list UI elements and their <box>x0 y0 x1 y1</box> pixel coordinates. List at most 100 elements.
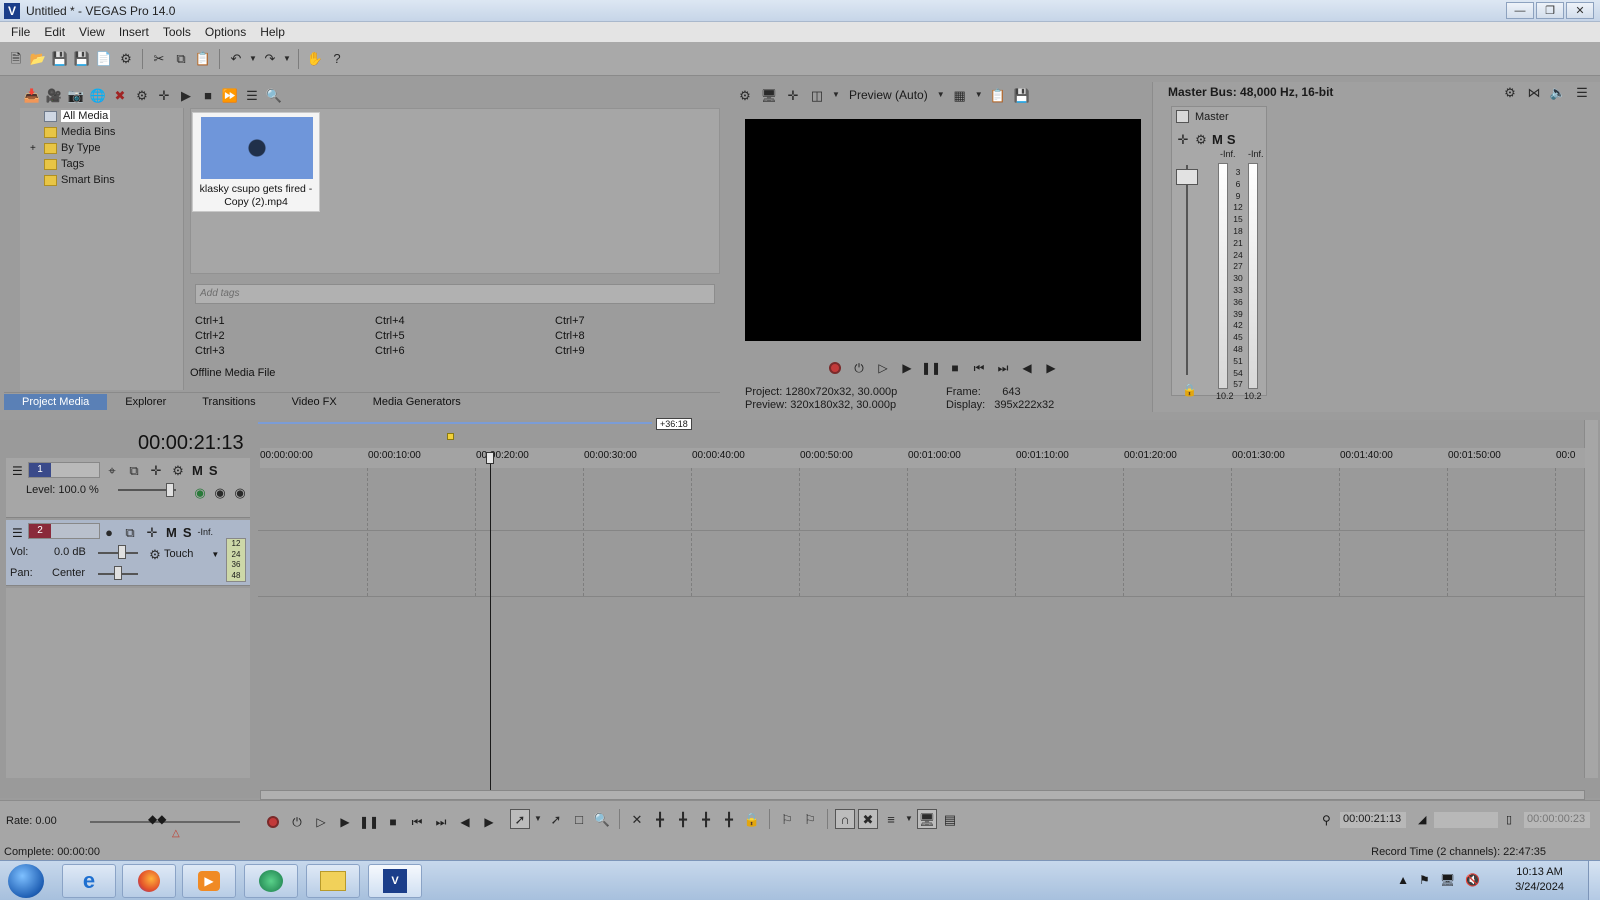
track-name-field[interactable]: 2 <box>28 523 100 539</box>
stop-icon[interactable]: ■ <box>384 813 402 831</box>
tags-input[interactable]: Add tags <box>195 284 715 304</box>
selection-start-field[interactable] <box>1434 812 1498 828</box>
track1-solo-button[interactable]: S <box>209 463 218 478</box>
show-hidden-icons-icon[interactable]: ▲ <box>1397 873 1409 887</box>
undo-dropdown-icon[interactable]: ▼ <box>248 49 258 69</box>
media-player-icon[interactable]: ▶ <box>182 864 236 898</box>
overlays-dropdown-icon[interactable]: ▼ <box>974 85 984 105</box>
properties-gear-icon[interactable]: ⚙ <box>116 49 136 69</box>
track-name-field[interactable]: 1 <box>28 462 100 478</box>
system-clock[interactable]: 10:13 AM 3/24/2024 <box>1515 865 1564 895</box>
tree-item-by-type[interactable]: + By Type <box>30 142 101 154</box>
quality-dropdown-icon[interactable]: ▼ <box>936 85 946 105</box>
track1-mute-button[interactable]: M <box>192 463 203 478</box>
hotkey-slot[interactable]: Ctrl+8 <box>555 330 585 342</box>
copy-snapshot-icon[interactable]: 📋 <box>988 85 1008 105</box>
menu-view[interactable]: View <box>72 25 112 39</box>
record-icon[interactable] <box>826 359 844 377</box>
rate-slider-handle-icon[interactable]: ◆◆ <box>148 812 166 826</box>
menu-file[interactable]: File <box>4 25 37 39</box>
ripple-dropdown-icon[interactable]: ▼ <box>904 809 914 829</box>
delete-icon[interactable]: ✕ <box>627 809 647 829</box>
trim-end-icon[interactable]: ╋ <box>696 809 716 829</box>
video-fx-icon[interactable]: ✛ <box>783 85 803 105</box>
go-to-end-icon[interactable]: ⏭ <box>432 813 450 831</box>
play-from-start-icon[interactable]: ▷ <box>312 813 330 831</box>
trim-start-icon[interactable]: ╋ <box>673 809 693 829</box>
normal-edit-tool-icon[interactable]: ➚ <box>510 809 530 829</box>
parent-motion-icon[interactable]: ◉ <box>232 482 248 502</box>
track-collapse-icon[interactable]: ☰ <box>12 464 23 478</box>
lock-icon[interactable]: 🔒 <box>1182 383 1197 397</box>
tree-item-all-media[interactable]: All Media <box>44 110 111 122</box>
preview-settings-gear-icon[interactable]: ⚙ <box>735 85 755 105</box>
paste-icon[interactable]: 📋 <box>193 49 213 69</box>
show-desktop-button[interactable] <box>1588 861 1600 900</box>
internet-explorer-icon[interactable]: e <box>62 864 116 898</box>
stop-media-icon[interactable]: ■ <box>198 85 218 105</box>
track2-solo-button[interactable]: S <box>183 525 192 540</box>
tab-video-fx[interactable]: Video FX <box>274 394 355 410</box>
tree-item-media-bins[interactable]: Media Bins <box>44 126 115 138</box>
volume-muted-icon[interactable]: 🔇 <box>1465 873 1480 887</box>
split-screen-icon[interactable]: ◫ <box>807 85 827 105</box>
cut-icon[interactable]: ✂ <box>149 49 169 69</box>
menu-insert[interactable]: Insert <box>112 25 156 39</box>
get-photo-icon[interactable]: 📷 <box>66 85 86 105</box>
loop-icon[interactable]: ⏻ <box>850 359 868 377</box>
edit-tool-dropdown-icon[interactable]: ▼ <box>533 809 543 829</box>
pause-icon[interactable]: ❚❚ <box>359 813 379 831</box>
arm-record-icon[interactable]: ● <box>102 522 116 542</box>
record-icon[interactable] <box>264 813 282 831</box>
start-button[interactable] <box>8 864 44 898</box>
go-to-start-icon[interactable]: ⏮ <box>970 359 988 377</box>
save-icon[interactable]: 💾 <box>50 49 70 69</box>
cursor-time-field[interactable]: 00:00:21:13 <box>1340 812 1406 828</box>
go-to-end-icon[interactable]: ⏭ <box>994 359 1012 377</box>
copy-icon[interactable]: ⧉ <box>171 49 191 69</box>
video-track-header[interactable]: ☰ 1 ⌖ ⧉ ✛ ⚙ M S Level: 100.0 % ◉ ◉ ◉ <box>6 458 250 518</box>
tab-transitions[interactable]: Transitions <box>184 394 273 410</box>
tree-item-tags[interactable]: Tags <box>44 158 84 170</box>
close-button[interactable]: ✕ <box>1566 2 1594 19</box>
lock-icon[interactable]: 🔒 <box>742 809 762 829</box>
views-icon[interactable]: ☰ <box>242 85 262 105</box>
loop-region-bar[interactable] <box>258 422 652 424</box>
track-fx-icon[interactable]: ⧉ <box>126 460 142 480</box>
undo-icon[interactable]: ↶ <box>226 49 246 69</box>
media-generators-icon[interactable]: ✛ <box>154 85 174 105</box>
hotkey-slot[interactable]: Ctrl+2 <box>195 330 225 342</box>
vegas-pro-taskbar-icon[interactable]: V <box>368 864 422 898</box>
master-mute-button[interactable]: M <box>1212 132 1223 147</box>
vol-slider-handle[interactable] <box>118 545 126 559</box>
menu-tools[interactable]: Tools <box>156 25 198 39</box>
redo-dropdown-icon[interactable]: ▼ <box>282 49 292 69</box>
trim-icon[interactable]: ╋ <box>650 809 670 829</box>
insert-marker-icon[interactable]: ⚐ <box>777 809 797 829</box>
ignore-grouping-icon[interactable]: ▤ <box>940 809 960 829</box>
composite-mode-icon[interactable]: ◉ <box>192 482 208 502</box>
make-compositing-child-icon[interactable]: ◉ <box>212 482 228 502</box>
track-collapse-icon[interactable]: ☰ <box>12 526 23 540</box>
file-explorer-icon[interactable] <box>306 864 360 898</box>
media-fx-icon[interactable]: ⚙ <box>132 85 152 105</box>
get-web-media-icon[interactable]: 🌐 <box>88 85 108 105</box>
snapping-magnet-icon[interactable]: ∩ <box>835 809 855 829</box>
time-ruler[interactable]: 00:00:00:00 00:00:10:00 00:00:20:00 00:0… <box>260 448 1585 468</box>
level-slider-handle[interactable] <box>166 483 174 497</box>
audio-track-header[interactable]: ☰ 2 ● ⧉ ✛ M S -Inf. Vol: 0.0 dB ⚙ Touch … <box>6 520 250 586</box>
tab-explorer[interactable]: Explorer <box>107 394 184 410</box>
menu-help[interactable]: Help <box>253 25 292 39</box>
firefox-icon[interactable] <box>122 864 176 898</box>
split-icon[interactable]: ╋ <box>719 809 739 829</box>
insert-region-icon[interactable]: ⚐ <box>800 809 820 829</box>
track-settings-gear-icon[interactable]: ⚙ <box>170 460 186 480</box>
network-icon[interactable]: 🖥 <box>1440 873 1455 887</box>
automation-dropdown-icon[interactable]: ▼ <box>211 550 219 559</box>
track-fx-icon[interactable]: ⧉ <box>122 522 138 542</box>
new-file-icon[interactable]: 🗎 <box>6 49 26 69</box>
hotkey-slot[interactable]: Ctrl+4 <box>375 315 405 327</box>
loop-icon[interactable]: ⏻ <box>288 813 306 831</box>
search-icon[interactable]: 🔍 <box>264 85 284 105</box>
menu-options[interactable]: Options <box>198 25 253 39</box>
